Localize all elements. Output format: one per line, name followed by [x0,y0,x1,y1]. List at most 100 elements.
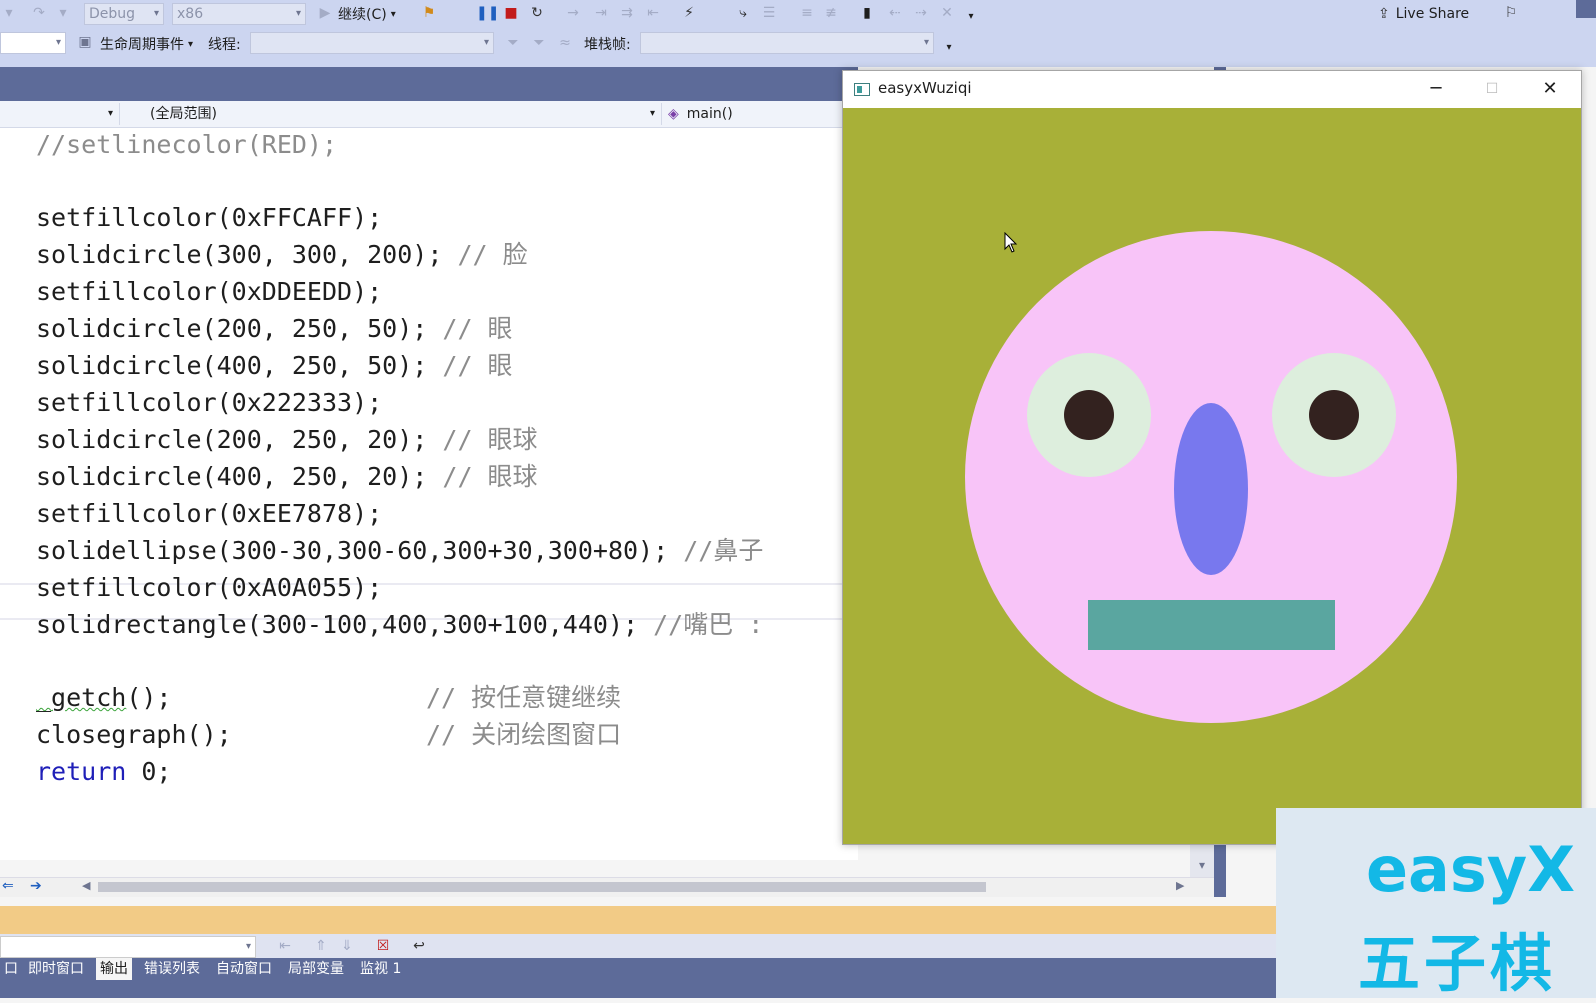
tab-autos[interactable]: 自动窗口 [212,958,276,980]
toolbar-overflow-icon[interactable]: ▾ [940,39,958,57]
filter-clear-icon: ⏷ [533,35,545,51]
chevron-down-icon: ▾ [483,37,489,48]
undo-dropdown-icon[interactable]: ▾ [0,4,18,22]
mouse-cursor [1004,231,1018,258]
restart-icon[interactable]: ↻ [528,4,546,22]
tab-window[interactable]: 口 [0,958,22,980]
code-line: setfillcolor(0xEE7878); [36,499,383,528]
next-bookmark-icon: ⇢ [915,5,927,21]
code-line: solidcircle(200, 250, 20); // 眼球 [36,425,538,454]
account-badge[interactable] [1576,0,1596,18]
feedback-icon[interactable]: ⚐ [1502,4,1520,22]
chevron-down-icon: ▾ [923,37,929,48]
bottom-tab-strip: 口 即时窗口 输出 错误列表 自动窗口 局部变量 监视 1 [0,958,1280,998]
stop-icon[interactable]: ■ [502,4,520,22]
drawing-canvas[interactable] [843,108,1581,844]
clear-all-icon[interactable]: ☒ [374,937,392,955]
lifecycle-icon: ▣ [78,34,92,50]
tab-immediate[interactable]: 即时窗口 [24,958,88,980]
process-icon[interactable]: ⚑ [420,4,438,22]
right-pupil [1309,390,1359,440]
code-line: //setlinecolor(RED); [36,130,338,159]
share-icon: ⇪ [1378,6,1390,22]
chevron-down-icon: ▾ [55,37,61,48]
chevron-down-icon: ▾ [295,8,301,19]
banner-title: easyX [1366,833,1576,906]
platform-select[interactable]: x86 ▾ [172,3,306,25]
stackframe-label: 堆栈帧: [584,37,631,53]
window-titlebar[interactable]: easyxWuziqi ─ ☐ ✕ [843,71,1581,108]
code-line: setfillcolor(0x222333); [36,388,383,417]
main-toolbar: ▾ ↷ ▾ Debug ▾ x86 ▾ ▶ 继续(C) ▾ ⚑ ❚❚ ■ ↻ → ⇥ … [0,0,1596,29]
debug-location-toolbar: ▾ ▣ 生命周期事件 ▾ 线程: ▾ ⏷ ⏷ ≈ 堆栈帧: ▾ ▾ [0,29,1596,59]
code-line: solidellipse(300-30,300-60,300+30,300+80… [36,536,764,565]
code-line: solidrectangle(300-100,400,300+100,440);… [36,610,764,639]
bookmark-icon[interactable]: ▮ [858,4,876,22]
chevron-down-icon: ▾ [107,108,113,119]
scope-select[interactable]: (全局范围) ▾ [124,103,662,125]
code-editor[interactable]: //setlinecolor(RED); setfillcolor(0xFFCA… [0,128,858,860]
code-line: closegraph();// 关闭绘图窗口 [36,720,622,749]
next-icon: ⇓ [341,938,353,954]
step-over-icon: ⇉ [621,5,633,21]
step-icon: → [567,5,579,21]
tab-output[interactable]: 输出 [96,958,132,980]
tab-watch[interactable]: 监视 1 [356,958,405,980]
hot-reload-icon[interactable]: ⚡ [680,4,698,22]
scrollbar-thumb[interactable] [98,882,986,892]
redo-dropdown-icon[interactable]: ▾ [54,4,72,22]
redo-icon[interactable]: ↷ [30,4,48,22]
lifecycle-events-button[interactable]: 生命周期事件 ▾ [100,33,193,55]
stackframe-select[interactable]: ▾ [640,32,934,54]
flag-threads-icon: ≈ [559,35,571,51]
scroll-right-icon[interactable]: ▶ [1176,879,1184,892]
nose-shape [1174,403,1248,575]
code-line: setfillcolor(0xDDEEDD); [36,277,383,306]
step-into-icon: ⇥ [595,5,607,21]
clear-bookmark-icon: ✕ [941,5,953,21]
word-wrap-icon[interactable]: ↩ [410,937,428,955]
code-line: solidcircle(200, 250, 50); // 眼 [36,314,513,343]
scroll-left-icon[interactable]: ◀ [82,879,90,892]
close-button[interactable]: ✕ [1535,77,1565,101]
live-share-button[interactable]: ⇪ Live Share [1378,3,1469,25]
nav-forward-icon[interactable]: ➔ [30,878,42,894]
navigation-bar: ▾ (全局范围) ▾ ◈ main() [0,101,858,128]
chevron-down-icon: ▾ [153,8,159,19]
nav-back-icon[interactable]: ⇐ [2,878,14,894]
tab-locals[interactable]: 局部变量 [284,958,348,980]
toolbar-overflow-icon[interactable]: ▾ [962,8,980,26]
thread-select[interactable]: ▾ [250,32,494,54]
function-icon: ◈ [668,106,679,122]
graphics-window[interactable]: easyxWuziqi ─ ☐ ✕ [842,70,1582,845]
output-panel-toolbar: ▾ ⇤ ⇑ ⇓ ☒ ↩ [0,934,1280,958]
diagnostic-icon[interactable]: ⤷ [734,4,752,22]
prev-icon: ⇑ [315,938,327,954]
left-pupil [1064,390,1114,440]
window-title: easyxWuziqi [878,79,972,97]
scroll-down-icon: ▾ [1198,858,1206,872]
process-select[interactable]: ▾ [0,32,66,54]
chevron-down-icon: ▾ [390,8,396,20]
code-line: setfillcolor(0xA0A055); [36,573,383,602]
document-tab-strip [0,67,858,101]
banner-subtitle: 五子棋 [1358,927,1557,1000]
config-select[interactable]: Debug ▾ [84,3,164,25]
continue-button[interactable]: 继续(C) ▾ [338,3,396,25]
uncomment-icon: ≢ [825,5,837,21]
minimize-button[interactable]: ─ [1421,77,1451,101]
tab-error-list[interactable]: 错误列表 [140,958,204,980]
code-line: solidcircle(300, 300, 200); // 脸 [36,240,528,269]
format-icon: ☰ [762,5,776,21]
project-select[interactable]: ▾ [0,103,120,125]
code-line: setfillcolor(0xFFCAFF); [36,203,383,232]
function-select[interactable]: ◈ main() [668,103,858,125]
code-line: solidcircle(400, 250, 50); // 眼 [36,351,513,380]
code-line: _getch();// 按任意键继续 [36,683,622,712]
pause-icon[interactable]: ❚❚ [476,4,499,22]
vertical-scrollbar[interactable]: ▾ [1190,845,1214,877]
debug-status-bar [0,906,1280,934]
maximize-button[interactable]: ☐ [1477,77,1507,101]
output-source-select[interactable]: ▾ [0,936,256,958]
toolbar-separator [0,59,1596,67]
